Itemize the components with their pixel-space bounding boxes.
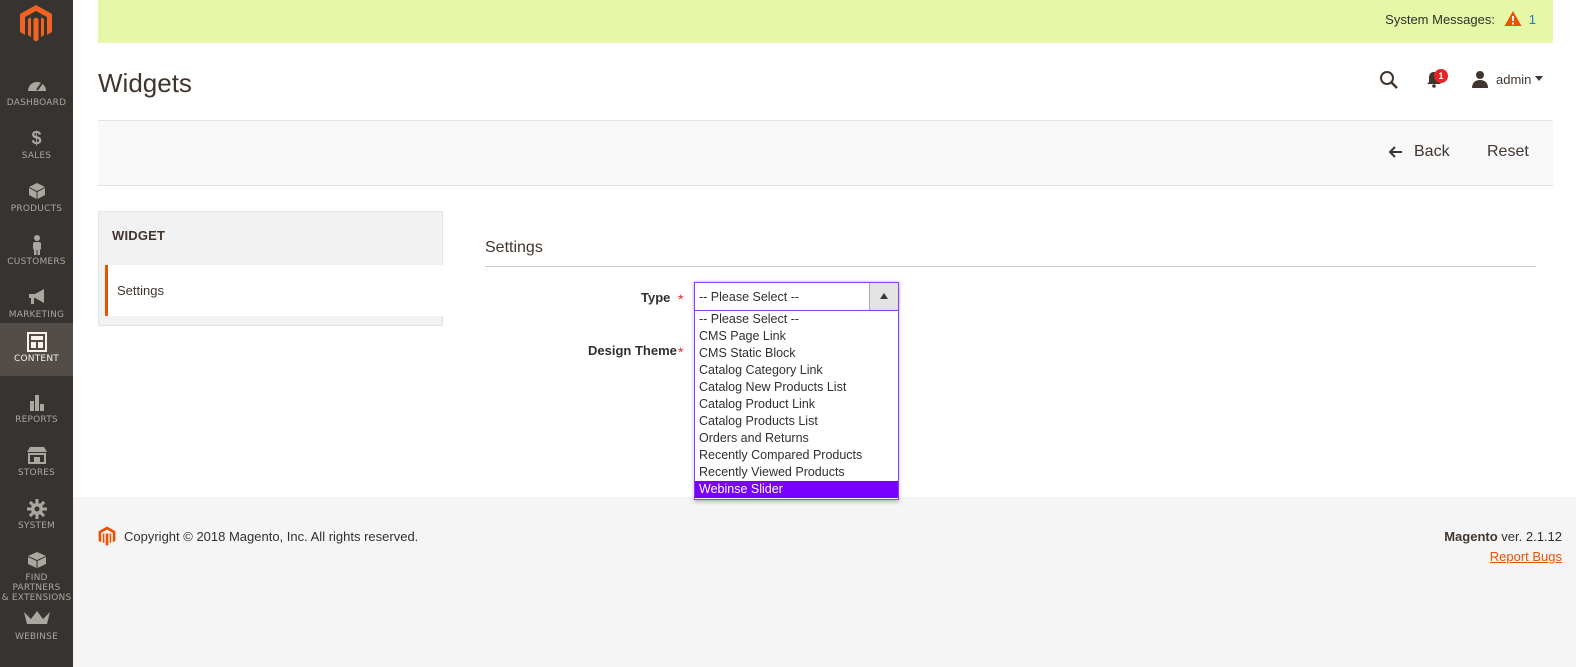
nav-label: SYSTEM [17, 521, 56, 531]
dropdown-option[interactable]: Orders and Returns [695, 430, 898, 447]
nav-label: FIND PARTNERS [12, 573, 61, 593]
nav-label: WEBINSE [15, 632, 58, 642]
notifications-button[interactable]: 1 [1426, 69, 1448, 93]
dropdown-option[interactable]: CMS Page Link [695, 328, 898, 345]
nav-label: CONTENT [14, 354, 59, 364]
type-select-value: -- Please Select -- [699, 290, 800, 304]
nav-sales[interactable]: $ SALES [0, 122, 73, 175]
dropdown-option[interactable]: Catalog Product Link [695, 396, 898, 413]
footer-version-number: ver. 2.1.12 [1497, 529, 1562, 544]
bar-chart-icon [0, 393, 73, 415]
type-select[interactable]: -- Please Select -- [694, 282, 899, 311]
tab-settings[interactable]: Settings [105, 265, 443, 316]
box-icon [0, 182, 73, 204]
nav-label: STORES [17, 468, 56, 478]
reset-button[interactable]: Reset [1487, 143, 1529, 161]
search-icon [1380, 71, 1398, 89]
required-mark: * [678, 344, 684, 360]
dropdown-option[interactable]: Catalog New Products List [695, 379, 898, 396]
user-icon [1472, 71, 1488, 88]
dollar-icon: $ [31, 128, 42, 148]
dropdown-option-highlighted[interactable]: Webinse Slider [695, 481, 898, 498]
select-toggle[interactable] [869, 283, 898, 310]
megaphone-icon [0, 288, 73, 310]
system-messages-label: System Messages: [1385, 12, 1495, 27]
footer-brand: Magento [1444, 529, 1498, 544]
nav-label: PRODUCTS [10, 204, 63, 214]
nav-customers[interactable]: CUSTOMERS [0, 228, 73, 281]
admin-user-menu[interactable]: admin [1471, 70, 1543, 90]
nav-label: REPORTS [15, 415, 58, 425]
content-layout-icon [0, 332, 73, 354]
dropdown-option[interactable]: -- Please Select -- [695, 311, 898, 328]
nav-products[interactable]: PRODUCTS [0, 175, 73, 228]
dropdown-option[interactable]: Catalog Category Link [695, 362, 898, 379]
page-content: System Messages: 1 Widgets 1 admin Back … [73, 0, 1576, 500]
type-dropdown-list: -- Please Select -- CMS Page Link CMS St… [694, 310, 899, 500]
nav-webinse[interactable]: WEBINSE [0, 603, 73, 656]
dashboard-icon [0, 76, 73, 98]
dropdown-option[interactable]: Recently Viewed Products [695, 464, 898, 481]
nav-label: & EXTENSIONS [1, 593, 72, 603]
notifications-count-badge: 1 [1434, 69, 1448, 83]
admin-username: admin [1496, 72, 1532, 87]
back-button-label: Back [1414, 143, 1450, 160]
main-area: System Messages: 1 Widgets 1 admin Back … [73, 0, 1576, 667]
footer-version: Magento ver. 2.1.12 [1444, 529, 1562, 544]
settings-section-title: Settings [485, 239, 543, 256]
nav-label: DASHBOARD [6, 98, 67, 108]
warning-icon [1504, 10, 1522, 32]
chevron-up-icon [880, 293, 888, 299]
dropdown-option[interactable]: Catalog Products List [695, 413, 898, 430]
dropdown-option[interactable]: Recently Compared Products [695, 447, 898, 464]
arrow-left-icon [1389, 146, 1402, 158]
store-icon [0, 446, 73, 468]
section-divider [485, 266, 1536, 267]
magento-logo-icon[interactable] [19, 4, 53, 42]
nav-find-partners[interactable]: FIND PARTNERS & EXTENSIONS [0, 544, 73, 603]
design-theme-field-label: Design Theme [588, 343, 677, 358]
widget-tabs: WIDGET Settings [98, 211, 443, 326]
system-messages-bar[interactable]: System Messages: 1 [98, 0, 1553, 43]
nav-dashboard[interactable]: DASHBOARD [0, 69, 73, 122]
footer-copyright: Copyright © 2018 Magento, Inc. All right… [124, 529, 419, 544]
gear-icon [0, 499, 73, 521]
chevron-down-icon [1535, 76, 1543, 81]
global-search-button[interactable] [1379, 70, 1399, 95]
nav-system[interactable]: SYSTEM [0, 492, 73, 545]
required-mark: * [678, 291, 684, 307]
magento-footer-logo-icon [98, 526, 116, 551]
tab-settings-label: Settings [117, 283, 164, 298]
partners-box-icon [0, 551, 73, 573]
nav-stores[interactable]: STORES [0, 439, 73, 492]
page-title: Widgets [98, 68, 192, 98]
system-messages-count[interactable]: 1 [1529, 12, 1536, 27]
nav-reports[interactable]: REPORTS [0, 386, 73, 439]
report-bugs-link[interactable]: Report Bugs [1490, 549, 1562, 564]
person-icon [0, 235, 73, 257]
nav-label: SALES [21, 151, 52, 161]
crown-icon [0, 610, 73, 632]
tabs-title: WIDGET [112, 228, 166, 243]
nav-label: CUSTOMERS [7, 257, 66, 267]
type-field-label: Type [641, 290, 671, 305]
page-actions-bar: Back Reset [98, 120, 1553, 186]
admin-sidebar: DASHBOARD $ SALES PRODUCTS CUSTOMERS MAR… [0, 0, 73, 667]
nav-label: MARKETING [8, 310, 65, 320]
dropdown-option[interactable]: CMS Static Block [695, 345, 898, 362]
nav-content[interactable]: CONTENT [0, 323, 73, 376]
